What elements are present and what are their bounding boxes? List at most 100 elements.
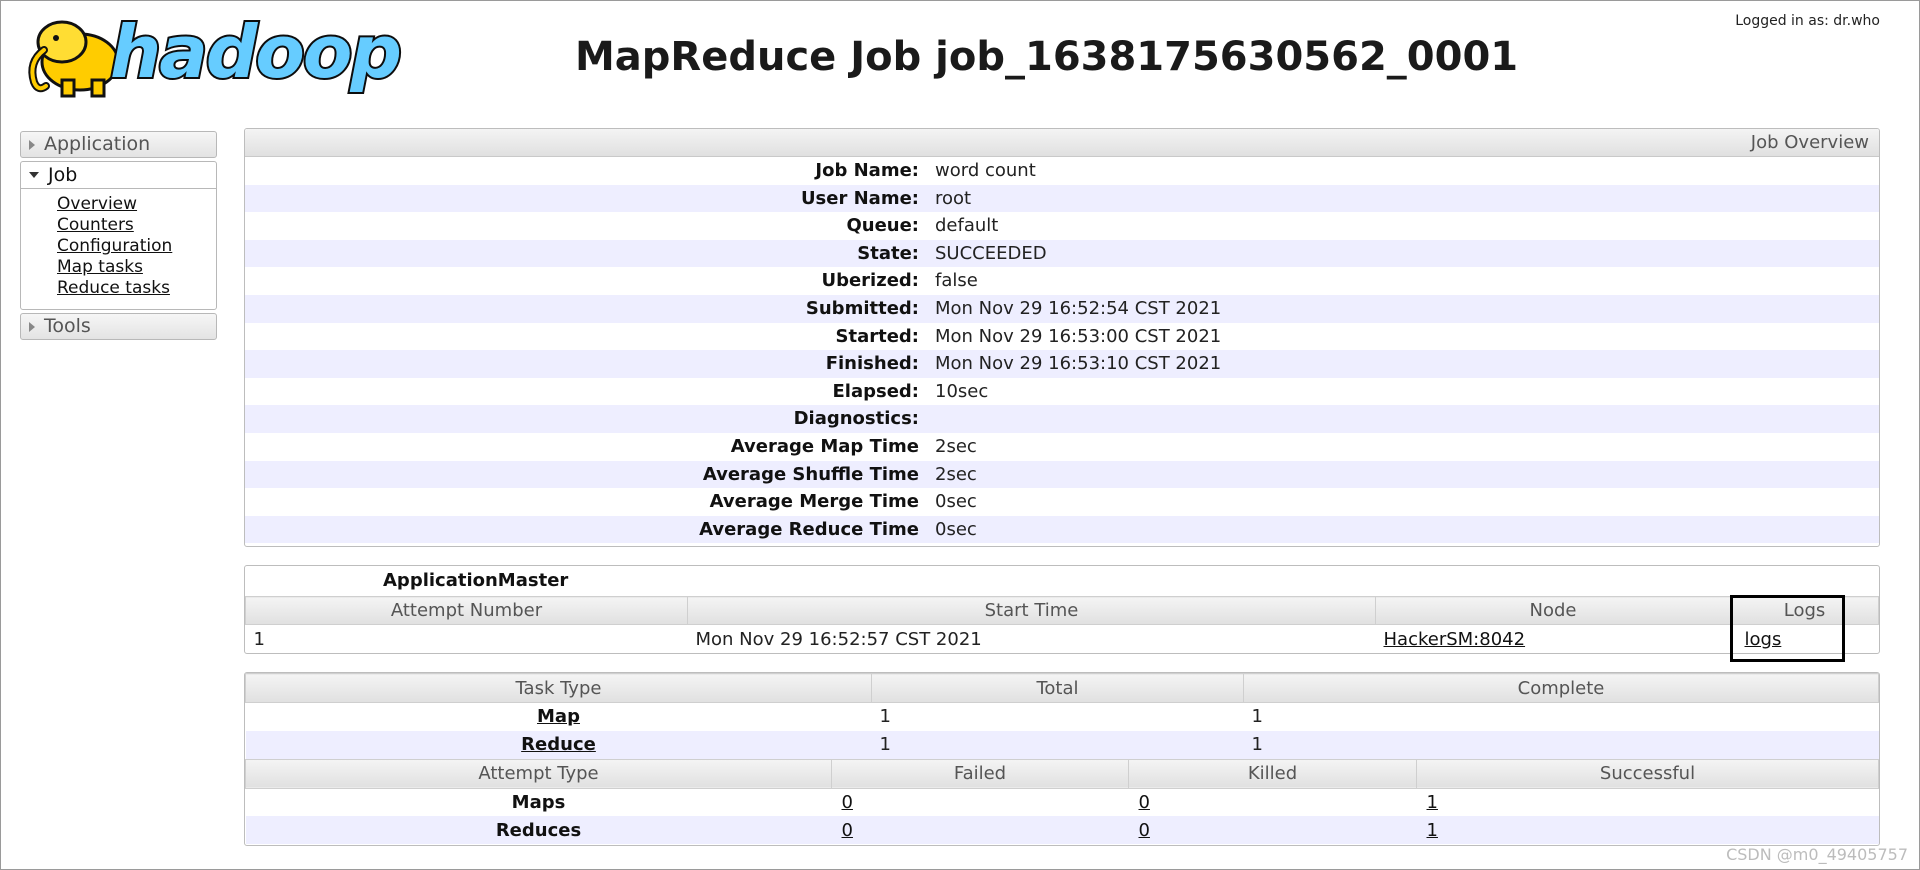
column-header-failed[interactable]: Failed: [831, 758, 1129, 789]
task-type-reduce-link[interactable]: Reduce: [521, 734, 596, 755]
task-complete: 1: [1251, 706, 1263, 728]
overview-row: Average Map Time 2sec: [245, 433, 1879, 461]
node-link[interactable]: HackerSM:8042: [1384, 629, 1526, 650]
overview-label: Average Map Time: [730, 435, 919, 457]
killed-maps-link[interactable]: 0: [1139, 792, 1150, 813]
overview-value: 0sec: [935, 491, 977, 513]
overview-label: Submitted:: [805, 297, 919, 319]
overview-label: Job Name:: [815, 160, 919, 181]
table-row: Reduces 0 0 1: [245, 816, 1879, 844]
sidebar-section-job-container: Job Overview Counters Configuration Map …: [20, 161, 217, 310]
table-row: Reduce 1 1: [245, 730, 1879, 759]
page-title: MapReduce Job job_1638175630562_0001: [575, 34, 1519, 80]
sidebar-link-map-tasks[interactable]: Map tasks: [57, 257, 216, 278]
overview-row: State: SUCCEEDED: [245, 239, 1879, 268]
overview-label: Started:: [835, 325, 920, 347]
sidebar-section-label: Tools: [44, 315, 91, 337]
logs-link[interactable]: logs: [1745, 629, 1782, 650]
triangle-right-icon: [29, 321, 35, 332]
successful-reduces-link[interactable]: 1: [1427, 820, 1438, 841]
hadoop-logo[interactable]: hadoop: [18, 12, 404, 102]
task-complete: 1: [1243, 730, 1879, 759]
overview-value: false: [935, 270, 978, 292]
column-header-node[interactable]: Node: [1375, 596, 1731, 625]
overview-label: Diagnostics:: [793, 408, 919, 430]
sidebar-section-label: Application: [44, 133, 151, 155]
column-header-complete[interactable]: Complete: [1243, 673, 1879, 703]
overview-label: Elapsed:: [832, 380, 919, 402]
sidebar-section-tools[interactable]: Tools: [20, 313, 217, 340]
sidebar-link-reduce-tasks[interactable]: Reduce tasks: [57, 278, 216, 299]
overview-value: Mon Nov 29 16:53:00 CST 2021: [935, 325, 1222, 347]
sidebar-section-application[interactable]: Application: [20, 131, 217, 158]
application-master-table: Attempt Number Start Time Node Logs 1 Mo…: [245, 596, 1879, 654]
sidebar-section-label: Job: [48, 163, 78, 186]
overview-row: Average Shuffle Time 2sec: [245, 460, 1879, 489]
overview-value: root: [935, 187, 972, 209]
overview-value: 2sec: [935, 435, 977, 457]
overview-value: Mon Nov 29 16:52:54 CST 2021: [935, 297, 1222, 319]
attempt-start-time: Mon Nov 29 16:52:57 CST 2021: [695, 628, 982, 650]
column-header-killed[interactable]: Killed: [1128, 758, 1417, 789]
application-master-heading: ApplicationMaster: [383, 570, 569, 591]
overview-value: word count: [935, 160, 1036, 181]
overview-value: Mon Nov 29 16:53:10 CST 2021: [935, 353, 1222, 375]
overview-value: default: [935, 215, 999, 237]
failed-reduces-link[interactable]: 0: [842, 820, 853, 841]
overview-value: 2sec: [935, 463, 977, 485]
overview-row: Diagnostics:: [245, 405, 1879, 433]
sidebar-section-job[interactable]: Job: [21, 162, 216, 189]
column-header-start-time[interactable]: Start Time: [687, 596, 1376, 625]
successful-maps-link[interactable]: 1: [1427, 792, 1438, 813]
task-type-map-link[interactable]: Map: [537, 706, 580, 727]
column-header-successful[interactable]: Successful: [1416, 758, 1879, 789]
failed-maps-link[interactable]: 0: [842, 792, 853, 813]
tasks-panel: Task Type Total Complete Map 1 1 Reduce …: [244, 672, 1880, 846]
attempt-type-table: Attempt Type Failed Killed Successful Ma…: [245, 758, 1879, 844]
overview-row: Job Name: word count: [245, 157, 1879, 185]
overview-row: Queue: default: [245, 212, 1879, 240]
watermark: CSDN @m0_49405757: [1726, 845, 1908, 864]
sidebar-link-counters[interactable]: Counters: [57, 215, 216, 236]
overview-label: Average Merge Time: [709, 491, 919, 513]
column-header-total[interactable]: Total: [871, 673, 1244, 703]
sidebar-link-configuration[interactable]: Configuration: [57, 236, 216, 257]
overview-row: Average Merge Time 0sec: [245, 488, 1879, 516]
column-header-task-type[interactable]: Task Type: [245, 673, 872, 703]
overview-row: Finished: Mon Nov 29 16:53:10 CST 2021: [245, 350, 1879, 378]
overview-row: Average Reduce Time 0sec: [245, 515, 1879, 544]
overview-label: Average Shuffle Time: [702, 463, 919, 485]
sidebar: Application Job Overview Counters Config…: [20, 131, 217, 340]
overview-value: 0sec: [935, 518, 977, 540]
overview-row: Started: Mon Nov 29 16:53:00 CST 2021: [245, 323, 1879, 351]
overview-label: State:: [857, 242, 919, 264]
overview-label: Average Reduce Time: [699, 518, 919, 540]
application-master-panel: ApplicationMaster Attempt Number Start T…: [244, 565, 1880, 654]
logged-in-status: Logged in as: dr.who: [1735, 13, 1880, 29]
sidebar-link-overview[interactable]: Overview: [57, 194, 216, 215]
job-links: Overview Counters Configuration Map task…: [21, 189, 216, 309]
table-row: Maps 0 0 1: [246, 788, 1879, 816]
killed-reduces-link[interactable]: 0: [1139, 820, 1150, 841]
task-total: 1: [879, 706, 891, 728]
table-row: Map 1 1: [246, 703, 1879, 731]
triangle-right-icon: [29, 139, 35, 150]
attempt-type: Reduces: [245, 816, 832, 844]
overview-row: Uberized: false: [245, 267, 1879, 295]
task-total: 1: [871, 730, 1244, 759]
column-header-logs[interactable]: Logs: [1730, 596, 1879, 625]
column-header-attempt-type[interactable]: Attempt Type: [245, 758, 832, 789]
attempt-number: 1: [253, 628, 265, 650]
overview-value: 10sec: [935, 380, 989, 402]
column-header-attempt-number[interactable]: Attempt Number: [245, 596, 688, 625]
job-overview-panel: Job Overview Job Name: word count User Na…: [244, 128, 1880, 547]
overview-row: Submitted: Mon Nov 29 16:52:54 CST 2021: [245, 294, 1879, 323]
table-row: 1 Mon Nov 29 16:52:57 CST 2021 HackerSM:…: [246, 625, 1879, 654]
overview-row: Elapsed: 10sec: [245, 378, 1879, 406]
overview-label: Uberized:: [821, 270, 919, 292]
task-type-table: Task Type Total Complete Map 1 1 Reduce …: [245, 673, 1879, 759]
overview-label: Queue:: [846, 215, 919, 237]
overview-row: User Name: root: [245, 184, 1879, 213]
attempt-type: Maps: [511, 791, 566, 813]
triangle-down-icon: [29, 172, 39, 178]
